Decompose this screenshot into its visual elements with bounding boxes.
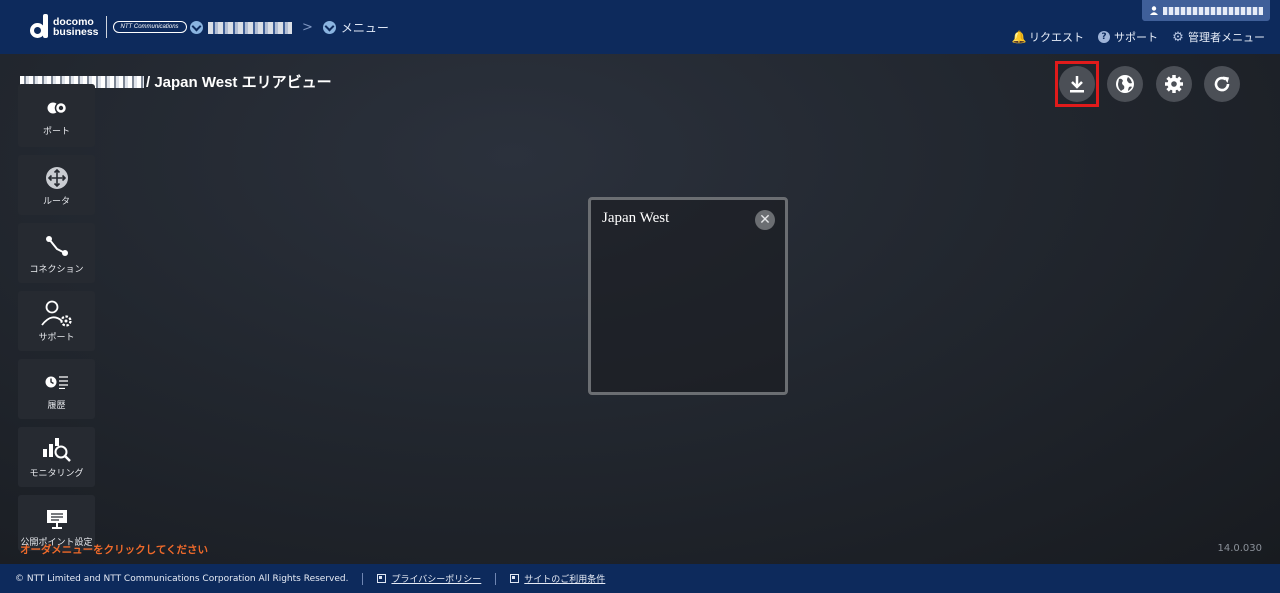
sidebar-item-support[interactable]: サポート [18, 291, 95, 351]
globe-icon [1116, 75, 1134, 93]
download-button[interactable] [1059, 66, 1095, 102]
breadcrumb-account-redacted[interactable] [208, 21, 292, 34]
sidebar-item-connection[interactable]: コネクション [18, 223, 95, 283]
external-link-icon [510, 574, 520, 583]
user-name-redacted [1163, 6, 1263, 15]
request-link[interactable]: 🔔 リクエスト [1011, 29, 1084, 45]
help-icon: ? [1098, 31, 1110, 43]
terms-of-use-label: サイトのご利用条件 [524, 575, 606, 585]
refresh-button[interactable] [1204, 66, 1240, 102]
header-links: 🔔 リクエスト ? サポート ⚙ 管理者メニュー [1011, 29, 1265, 45]
sidebar-item-label: 履歴 [47, 400, 66, 411]
connection-icon [45, 232, 69, 260]
history-icon [45, 368, 69, 396]
gear-icon: ⚙ [1172, 29, 1184, 45]
refresh-icon [1214, 76, 1230, 92]
settings-icon [1165, 75, 1183, 93]
page-title-text: / Japan West エリアビュー [146, 74, 332, 91]
privacy-policy-label: プライバシーポリシー [391, 575, 482, 585]
breadcrumb: > メニュー [190, 19, 389, 36]
ntt-communications-badge: NTT Communications [112, 21, 187, 33]
region-title: Japan West [602, 210, 670, 226]
bell-icon: 🔔 [1011, 30, 1027, 44]
user-icon [1150, 6, 1158, 15]
privacy-policy-link[interactable]: プライバシーポリシー [377, 572, 481, 585]
admin-menu-link[interactable]: ⚙ 管理者メニュー [1172, 29, 1265, 45]
copyright-text: © NTT Limited and NTT Communications Cor… [15, 573, 349, 584]
monitoring-icon [42, 436, 72, 464]
router-icon [45, 164, 69, 192]
region-panel-japan-west[interactable]: Japan West ✕ [588, 197, 788, 395]
footer: © NTT Limited and NTT Communications Cor… [0, 564, 1280, 593]
support-icon [40, 300, 74, 328]
support-link-label: サポート [1114, 31, 1158, 44]
chevron-down-icon[interactable] [322, 21, 336, 34]
sidebar-item-label: サポート [38, 332, 75, 343]
sidebar-item-label: ポート [42, 127, 70, 137]
breadcrumb-menu[interactable]: メニュー [341, 19, 389, 36]
version-label: 14.0.030 [1217, 543, 1262, 554]
sidebar-item-history[interactable]: 履歴 [18, 359, 95, 419]
area-view-canvas: / Japan West エリアビュー ポート ルータ コネクション サポート … [0, 54, 1280, 564]
sidebar-item-label: ルータ [42, 196, 70, 207]
sidebar-item-port[interactable]: ポート [18, 84, 95, 147]
globe-button[interactable] [1107, 66, 1143, 102]
close-icon[interactable]: ✕ [755, 210, 775, 230]
sidebar-item-label: モニタリング [29, 468, 84, 479]
footer-divider [495, 572, 497, 585]
chevron-right-icon: > [302, 20, 313, 35]
admin-menu-label: 管理者メニュー [1188, 31, 1265, 44]
top-header: docomo business NTT Communications > メニュ… [0, 0, 1280, 54]
public-point-icon [46, 505, 68, 533]
support-link[interactable]: ? サポート [1098, 29, 1158, 45]
external-link-icon [377, 574, 387, 583]
docomo-d-icon [30, 14, 50, 40]
footer-divider [362, 572, 364, 585]
sidebar-item-router[interactable]: ルータ [18, 155, 95, 215]
order-menu-hint: オーダメニューをクリックしてください [20, 544, 209, 556]
sidebar-item-label: コネクション [29, 264, 84, 275]
logo-divider [105, 16, 107, 38]
request-link-label: リクエスト [1029, 31, 1084, 44]
settings-button[interactable] [1156, 66, 1192, 102]
user-account-box[interactable] [1142, 0, 1270, 21]
chevron-down-icon[interactable] [190, 21, 203, 34]
port-icon [46, 94, 68, 122]
sidebar-item-monitoring[interactable]: モニタリング [18, 427, 95, 487]
download-icon [1070, 76, 1084, 93]
terms-of-use-link[interactable]: サイトのご利用条件 [510, 572, 605, 585]
docomo-business-logo[interactable]: docomo business NTT Communications [30, 14, 187, 40]
brand-line-2: business [53, 26, 99, 38]
